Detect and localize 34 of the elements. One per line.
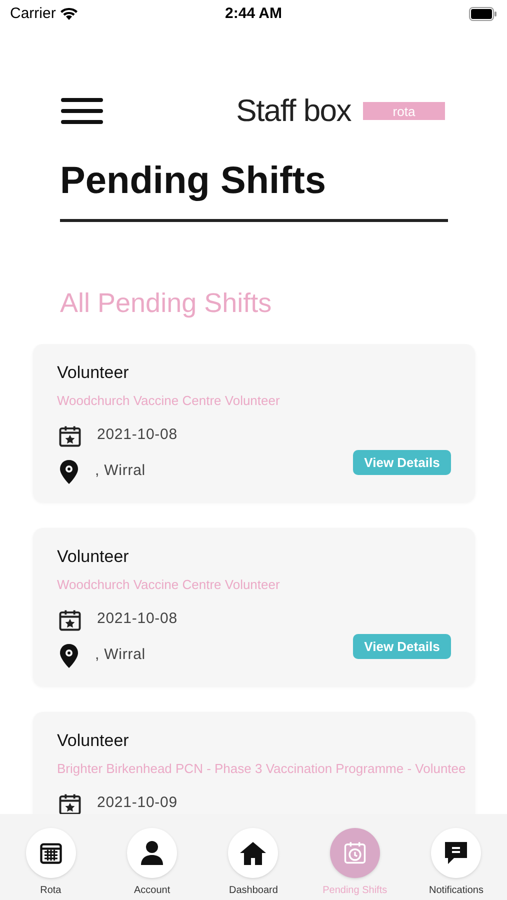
wifi-icon <box>60 7 78 21</box>
person-icon <box>140 840 164 866</box>
rota-tag: rota <box>363 102 445 120</box>
location-pin-icon <box>57 642 81 668</box>
tab-label: Account <box>134 884 170 898</box>
carrier-label: Carrier <box>10 4 56 24</box>
shift-role: Volunteer <box>57 730 130 752</box>
tab-item[interactable]: Notifications <box>408 828 504 898</box>
tab-label: Rota <box>40 884 62 898</box>
section-title: All Pending Shifts <box>60 286 273 320</box>
calendar-clock-icon <box>342 840 368 866</box>
tab-label: Notifications <box>429 884 484 898</box>
menu-icon[interactable] <box>60 97 104 126</box>
tab-label: Dashboard <box>229 884 278 898</box>
house-icon <box>239 840 268 866</box>
location-pin-icon <box>57 458 81 484</box>
shift-date: 2021-10-08 <box>97 609 178 630</box>
shift-name: Woodchurch Vaccine Centre Volunteer <box>57 392 280 410</box>
shift-name: Brighter Birkenhead PCN - Phase 3 Vaccination Programme - Voluntee <box>57 760 466 778</box>
shift-role: Volunteer <box>57 362 130 384</box>
tab-item[interactable]: Rota <box>2 828 99 898</box>
status-time: 2:44 AM <box>225 4 282 24</box>
shift-location: , Wirral <box>95 645 146 666</box>
tab-label: Pending Shifts <box>322 884 388 898</box>
page-title: Pending Shifts <box>60 158 327 204</box>
tab-item[interactable]: Account <box>104 828 200 898</box>
brand-name: Staff box <box>236 92 351 130</box>
shift-location: , Wirral <box>95 461 146 482</box>
battery-icon <box>469 7 497 21</box>
shift-role: Volunteer <box>57 546 130 568</box>
shift-date: 2021-10-09 <box>97 793 178 814</box>
tab-item[interactable]: Dashboard <box>205 828 302 898</box>
shift-name: Woodchurch Vaccine Centre Volunteer <box>57 576 280 594</box>
shift-date: 2021-10-08 <box>97 425 178 446</box>
